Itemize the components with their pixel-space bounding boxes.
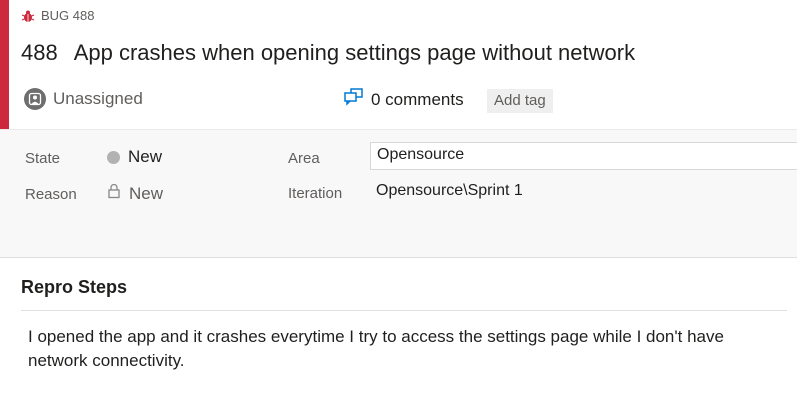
state-field[interactable]: New [107, 147, 162, 167]
work-item-header: BUG 488 488 App crashes when opening set… [0, 0, 797, 129]
reason-field: New [107, 183, 163, 204]
reason-label: Reason [25, 186, 77, 203]
fields-panel: State New Reason New Area Opensource Ite… [0, 129, 797, 258]
area-label: Area [288, 150, 320, 167]
state-value: New [128, 147, 163, 166]
repro-steps-heading: Repro Steps [21, 277, 128, 297]
state-label: State [25, 150, 61, 167]
add-tag-button[interactable]: Add tag [487, 89, 553, 113]
work-item-title[interactable]: App crashes when opening settings page w… [74, 40, 635, 66]
assignee-label: Unassigned [53, 89, 143, 108]
work-item-type-color-bar [0, 0, 9, 129]
work-item-title-row: 488 App crashes when opening settings pa… [21, 40, 635, 66]
work-item-type-label: BUG 488 [41, 8, 95, 23]
iteration-label: Iteration [288, 185, 343, 202]
repro-steps-divider [21, 310, 787, 311]
work-item-id: 488 [21, 40, 58, 65]
area-input[interactable]: Opensource [370, 142, 797, 170]
reason-value: New [129, 183, 164, 203]
work-item-type-row: BUG 488 [21, 8, 94, 23]
repro-steps-text[interactable]: I opened the app and it crashes everytim… [28, 325, 788, 373]
person-avatar-icon [24, 88, 46, 110]
work-item-meta-row: Unassigned 0 comments Add tag [24, 88, 784, 114]
comments-link[interactable]: 0 comments [344, 88, 464, 111]
iteration-value[interactable]: Opensource\Sprint 1 [376, 182, 523, 200]
bug-icon [21, 9, 35, 23]
comments-count: 0 comments [371, 89, 464, 109]
comments-icon [344, 88, 364, 111]
assignee-picker[interactable]: Unassigned [24, 88, 143, 110]
lock-icon [107, 183, 121, 204]
state-dot-icon [107, 150, 120, 164]
